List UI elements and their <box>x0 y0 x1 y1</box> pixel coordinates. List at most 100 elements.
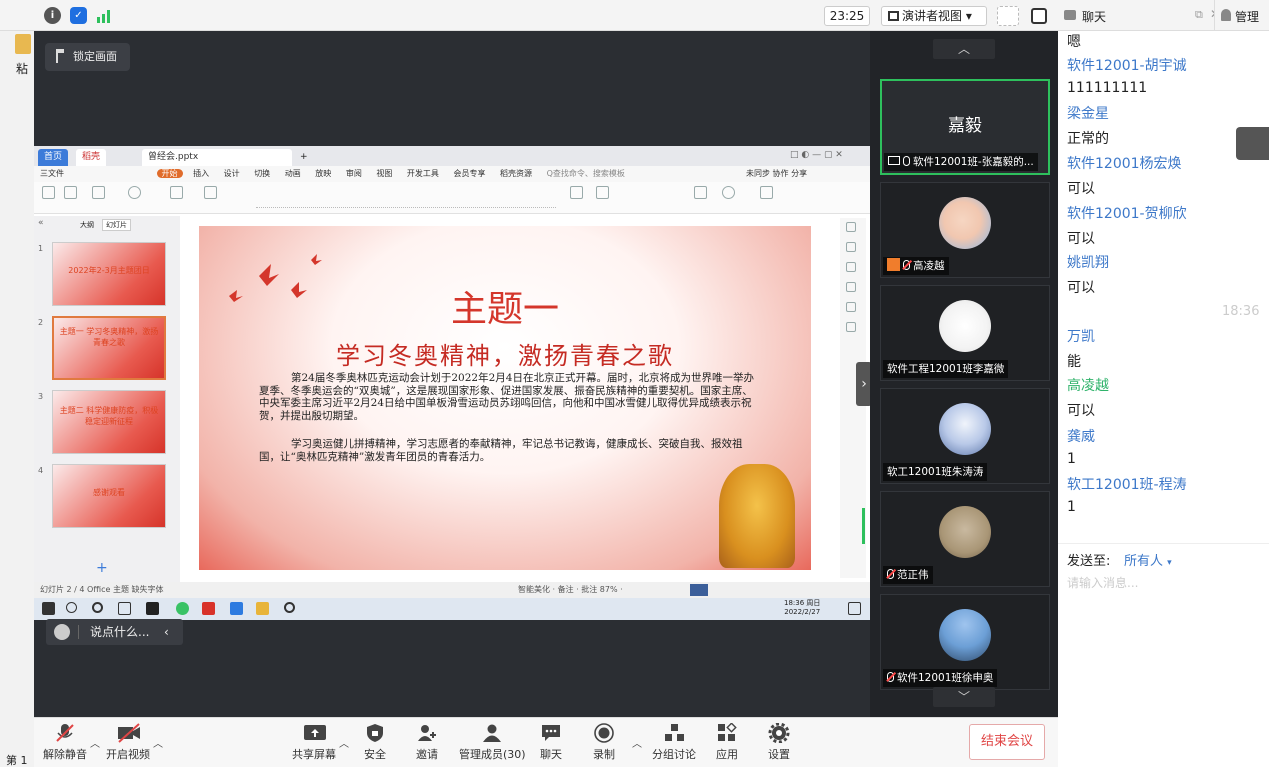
tool-icon[interactable] <box>846 302 856 312</box>
app-icon[interactable] <box>146 602 159 615</box>
chat-button[interactable]: 聊天 <box>540 723 562 762</box>
wps-menu-insert[interactable]: 插入 <box>193 169 209 178</box>
wps-menu-design[interactable]: 设计 <box>224 169 240 178</box>
share-screen-button[interactable]: 共享屏幕 <box>292 723 336 762</box>
wps-menu-slideshow[interactable]: 放映 <box>315 169 331 178</box>
settings-button[interactable]: 设置 <box>768 722 790 762</box>
gallery-scroll-up-button[interactable]: ︿ <box>933 39 995 59</box>
view-mode-dropdown[interactable]: 演讲者视图 ▾ <box>881 6 987 26</box>
tool-icon[interactable] <box>846 242 856 252</box>
wps-file-tab[interactable]: 曾经会.pptx <box>142 149 292 166</box>
arrange-icon[interactable] <box>694 186 707 199</box>
invite-button[interactable]: 邀请 <box>416 723 438 762</box>
wps-menu-resources[interactable]: 稻壳资源 <box>500 169 532 178</box>
wps-menu-file[interactable]: 三文件 <box>40 169 64 178</box>
gallery-scroll-down-button[interactable]: ﹀ <box>933 687 995 707</box>
shapes-icon[interactable] <box>596 186 609 199</box>
scrollbar-thumb[interactable] <box>862 508 865 544</box>
wps-menu-start[interactable]: 开始 <box>156 169 183 178</box>
side-panel-icon[interactable] <box>1031 8 1047 24</box>
wps-menu-devtools[interactable]: 开发工具 <box>407 169 439 178</box>
security-button[interactable]: 安全 <box>364 723 386 762</box>
wps-home-tab[interactable]: 首页 <box>38 149 69 166</box>
cut-icon[interactable] <box>64 186 77 199</box>
record-options-caret[interactable]: ︿ <box>632 735 642 750</box>
wps-menu-review[interactable]: 审阅 <box>346 169 362 178</box>
popout-icon[interactable]: ⧉ <box>1195 8 1203 22</box>
tool-icon[interactable] <box>846 222 856 232</box>
gear-icon[interactable] <box>284 602 295 613</box>
play-slideshow-icon[interactable] <box>690 584 708 596</box>
wps-menu-animation[interactable]: 动画 <box>285 169 301 178</box>
select-icon[interactable] <box>760 186 773 199</box>
cortana-icon[interactable] <box>92 602 103 613</box>
send-to-dropdown[interactable]: 所有人 ▾ <box>1124 550 1172 569</box>
window-controls[interactable]: □ ◐ — ▢ ✕ <box>790 150 843 160</box>
format-painter-icon[interactable] <box>92 186 105 199</box>
floating-share-icon[interactable] <box>1236 127 1269 160</box>
ribbon-font-controls[interactable] <box>256 200 556 208</box>
tab-outline[interactable]: 大纲 <box>80 220 94 230</box>
fullscreen-icon[interactable] <box>997 6 1019 26</box>
wps-menu-transition[interactable]: 切换 <box>254 169 270 178</box>
audio-options-caret[interactable]: ︿ <box>90 735 100 750</box>
wps-menu-search[interactable]: Q查找命令、搜索模板 <box>547 169 625 178</box>
shield-icon <box>364 723 386 743</box>
slide-thumbnail[interactable]: 感谢观看 <box>52 464 166 528</box>
wps-new-tab[interactable]: + <box>294 149 314 166</box>
emoji-icon[interactable] <box>54 624 70 640</box>
shield-icon[interactable]: ✓ <box>70 7 87 24</box>
wps-taskbar-icon[interactable] <box>202 602 215 615</box>
collapse-icon[interactable]: ‹ <box>164 619 169 645</box>
video-tile[interactable]: 范正伟 <box>880 491 1050 587</box>
slide-thumbnail[interactable]: 主题二 科学健康防疫，积极稳定迎新征程 <box>52 390 166 454</box>
say-something-input[interactable]: 说点什么... ‹ <box>46 619 183 645</box>
textbox-icon[interactable] <box>570 186 583 199</box>
unmute-button[interactable]: 解除静音 <box>43 723 87 762</box>
panel-collapse-icon[interactable]: « <box>38 218 44 228</box>
wps-docer-tab[interactable]: 稻壳 <box>76 149 107 166</box>
tool-icon[interactable] <box>846 262 856 272</box>
app-icon[interactable] <box>176 602 189 615</box>
search-icon[interactable] <box>66 602 77 613</box>
tab-slides[interactable]: 幻灯片 <box>102 219 131 231</box>
manage-members-button[interactable]: 管理成员(30) <box>459 723 526 762</box>
lock-screen-button[interactable]: 锁定画面 <box>45 43 130 71</box>
app-icon[interactable] <box>230 602 243 615</box>
share-options-caret[interactable]: ︿ <box>339 735 349 750</box>
video-tile[interactable]: 软件12001班徐申奥 <box>880 594 1050 690</box>
windows-start-icon[interactable] <box>42 602 55 615</box>
info-icon[interactable]: i <box>44 7 61 24</box>
wps-menu-member[interactable]: 会员专享 <box>453 169 485 178</box>
signal-icon[interactable] <box>96 7 114 24</box>
chat-input[interactable]: 请输入消息... <box>1067 574 1262 594</box>
paste-icon[interactable] <box>42 186 55 199</box>
wps-menu-view[interactable]: 视图 <box>376 169 392 178</box>
chat-message-text: 可以 <box>1067 403 1095 419</box>
video-tile[interactable]: 软工12001班朱涛涛 <box>880 388 1050 484</box>
find-icon[interactable] <box>722 186 735 199</box>
play-icon[interactable] <box>128 186 141 199</box>
tool-icon[interactable] <box>846 282 856 292</box>
notification-icon[interactable] <box>848 602 861 615</box>
apps-button[interactable]: 应用 <box>716 722 738 762</box>
folder-icon[interactable] <box>256 602 269 615</box>
video-tile-active[interactable]: 嘉毅 软件12001班-张嘉毅的... <box>880 79 1050 175</box>
layout-icon[interactable] <box>204 186 217 199</box>
tool-icon[interactable] <box>846 322 856 332</box>
video-tile[interactable]: 软件工程12001班李嘉微 <box>880 285 1050 381</box>
slide-thumbnail[interactable]: 2022年2-3月主题团日 <box>52 242 166 306</box>
status-right[interactable]: 智能美化 · 备注 · 批注 87% · <box>518 582 623 598</box>
slide-thumbnail-selected[interactable]: 主题一 学习冬奥精神，激扬青春之歌 <box>52 316 166 380</box>
start-video-button[interactable]: 开启视频 <box>106 723 150 762</box>
wps-menu-right[interactable]: 未同步 协作 分享 <box>746 166 807 182</box>
add-slide-button[interactable]: + <box>96 560 108 576</box>
taskview-icon[interactable] <box>118 602 131 615</box>
video-tile[interactable]: 高凌越 <box>880 182 1050 278</box>
record-button[interactable]: 录制 <box>593 723 615 762</box>
video-options-caret[interactable]: ︿ <box>153 735 163 750</box>
manage-members-header[interactable]: 管理 <box>1214 0 1269 31</box>
breakout-rooms-button[interactable]: 分组讨论 <box>652 723 696 762</box>
new-slide-icon[interactable] <box>170 186 183 199</box>
end-meeting-button[interactable]: 结束会议 <box>969 724 1045 760</box>
